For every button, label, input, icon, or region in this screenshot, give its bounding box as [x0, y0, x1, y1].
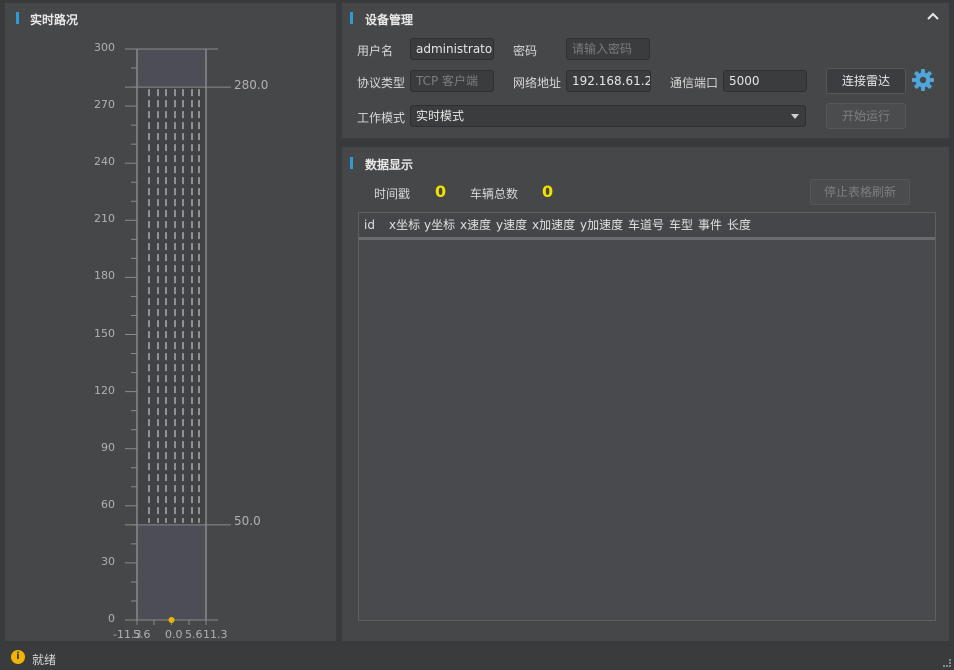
protocol-label: 协议类型 [357, 76, 406, 90]
lower-line-label: 50.0 [234, 514, 261, 528]
table-column-header[interactable]: x加速度 [532, 213, 575, 237]
road-panel: 实时路况 300 270 240 210 180 150 120 90 60 30 0 -11.3 5… [4, 2, 337, 642]
stop-table-refresh-button[interactable]: 停止表格刷新 [810, 179, 910, 205]
radar-origin-dot [168, 617, 175, 623]
data-table[interactable]: id x坐标 y坐标 x速度 y速度 x加速度 y加速度 车道号 车型 事件 长度 [358, 212, 936, 621]
x-tick-label: 5.6 [185, 628, 203, 641]
x-tick-label: 5.6 [133, 628, 151, 641]
device-panel-title: 设备管理 [365, 13, 414, 27]
x-tick-label: 0.0 [165, 628, 183, 641]
device-panel: 设备管理 用户名 administrator 密码 请输入密码 协议类型 TCP… [341, 2, 950, 139]
vehicle-total-label: 车辆总数 [470, 187, 519, 201]
port-label: 通信端口 [670, 76, 719, 90]
vehicle-total-value: 0 [542, 182, 554, 201]
y-tick-label: 120 [94, 383, 115, 397]
timestamp-value: 0 [435, 182, 447, 201]
status-text: 就绪 [32, 653, 57, 667]
chevron-down-icon [791, 114, 799, 119]
table-column-header[interactable]: 长度 [727, 213, 751, 237]
port-field[interactable]: 5000 [723, 70, 807, 92]
mode-label: 工作模式 [357, 111, 406, 125]
table-column-header[interactable]: y坐标 [424, 213, 455, 237]
password-label: 密码 [513, 44, 538, 58]
info-icon: i [11, 650, 25, 664]
y-tick-label: 90 [101, 440, 115, 454]
address-field[interactable]: 192.168.61.21 [566, 70, 651, 92]
start-run-button[interactable]: 开始运行 [826, 103, 906, 129]
y-tick-label: 0 [108, 612, 115, 625]
table-header: id x坐标 y坐标 x速度 y速度 x加速度 y加速度 车道号 车型 事件 长度 [359, 213, 935, 240]
username-label: 用户名 [357, 44, 394, 58]
address-label: 网络地址 [513, 76, 562, 90]
mode-select[interactable]: 实时模式 [410, 105, 806, 127]
connect-radar-button[interactable]: 连接雷达 [826, 68, 906, 94]
y-tick-label: 240 [94, 155, 115, 169]
table-column-header[interactable]: x坐标 [389, 213, 420, 237]
y-tick-label: 270 [94, 98, 115, 112]
y-tick-label: 300 [94, 41, 115, 54]
timestamp-label: 时间戳 [374, 187, 411, 201]
data-title-bar [350, 157, 353, 169]
y-tick-label: 30 [101, 554, 115, 568]
password-field[interactable]: 请输入密码 [566, 38, 650, 60]
upper-line-label: 280.0 [234, 78, 269, 92]
mode-select-value: 实时模式 [416, 109, 465, 123]
table-column-header[interactable]: x速度 [460, 213, 491, 237]
y-tick-label: 210 [94, 212, 115, 226]
protocol-field[interactable]: TCP 客户端 [410, 70, 494, 92]
road-near-zone [137, 524, 206, 620]
table-column-header[interactable]: 车型 [669, 213, 693, 237]
y-tick-label: 60 [101, 497, 115, 511]
table-column-header[interactable]: y加速度 [580, 213, 623, 237]
data-panel: 数据显示 时间戳 0 车辆总数 0 停止表格刷新 id x坐标 y坐标 x速度 y速度 x… [341, 146, 950, 642]
device-title-bar [350, 12, 353, 24]
y-tick-label: 150 [94, 326, 115, 340]
table-column-header[interactable]: 车道号 [628, 213, 664, 237]
settings-gear-icon[interactable] [911, 68, 935, 92]
road-far-zone [137, 49, 206, 88]
table-column-header[interactable]: 事件 [698, 213, 722, 237]
table-column-header[interactable]: y速度 [496, 213, 527, 237]
y-tick-label: 180 [94, 269, 115, 283]
username-field[interactable]: administrator [410, 38, 494, 60]
table-column-header[interactable]: id [364, 213, 375, 237]
x-tick-label: 11.3 [203, 628, 228, 641]
status-bar: i 就绪 [0, 646, 954, 670]
resize-grip-icon[interactable] [943, 659, 951, 667]
road-chart [125, 48, 231, 625]
data-panel-title: 数据显示 [365, 158, 414, 172]
collapse-chevron-up-icon[interactable] [925, 8, 941, 24]
